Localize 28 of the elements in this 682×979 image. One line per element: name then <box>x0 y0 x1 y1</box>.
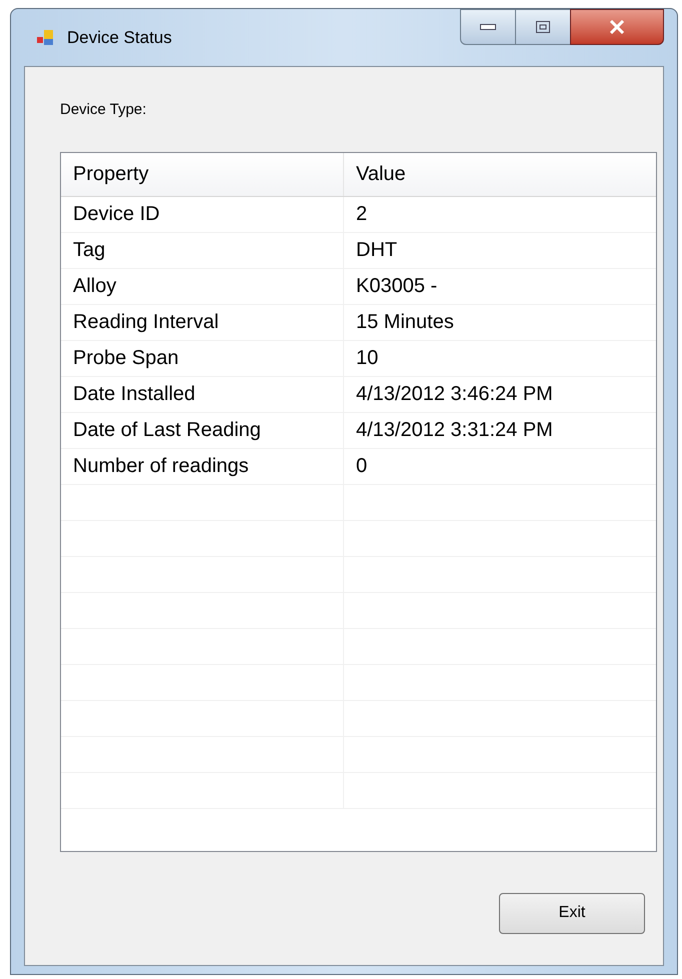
minimize-icon <box>480 24 496 30</box>
table-cell-text: 15 Minutes <box>355 310 455 335</box>
close-icon <box>609 20 625 34</box>
table-cell: Tag <box>61 232 344 268</box>
column-header[interactable]: Value <box>344 152 656 196</box>
exit-button[interactable]: Exit <box>499 892 645 934</box>
table-cell-text: K03005 - <box>355 274 438 299</box>
table-cell: Device ID <box>61 196 344 232</box>
table-cell-text: 4/13/2012 3:46:24 PM <box>355 382 554 407</box>
table-cell: Reading Interval <box>61 304 344 340</box>
app-icon <box>37 28 55 46</box>
maximize-button[interactable] <box>516 9 570 45</box>
table-cell-text: 4/13/2012 3:31:24 PM <box>355 418 554 443</box>
column-header[interactable]: Property <box>61 152 344 196</box>
device-type-label: Device Type: <box>60 100 148 120</box>
table-cell-text: DHT <box>355 238 398 263</box>
window-title: Device Status <box>67 26 172 49</box>
table-cell-text: 0 <box>355 454 368 479</box>
table-cell: Date of Last Reading <box>61 412 344 448</box>
table-cell: Alloy <box>61 268 344 304</box>
close-button[interactable] <box>570 9 664 45</box>
table-cell: Date Installed <box>61 376 344 412</box>
minimize-button[interactable] <box>460 9 516 45</box>
table-cell: Number of readings <box>61 448 344 484</box>
table-cell-text: 2 <box>355 202 368 227</box>
maximize-icon <box>536 21 550 33</box>
table-cell: Probe Span <box>61 340 344 376</box>
table-cell-text: 10 <box>355 346 380 371</box>
